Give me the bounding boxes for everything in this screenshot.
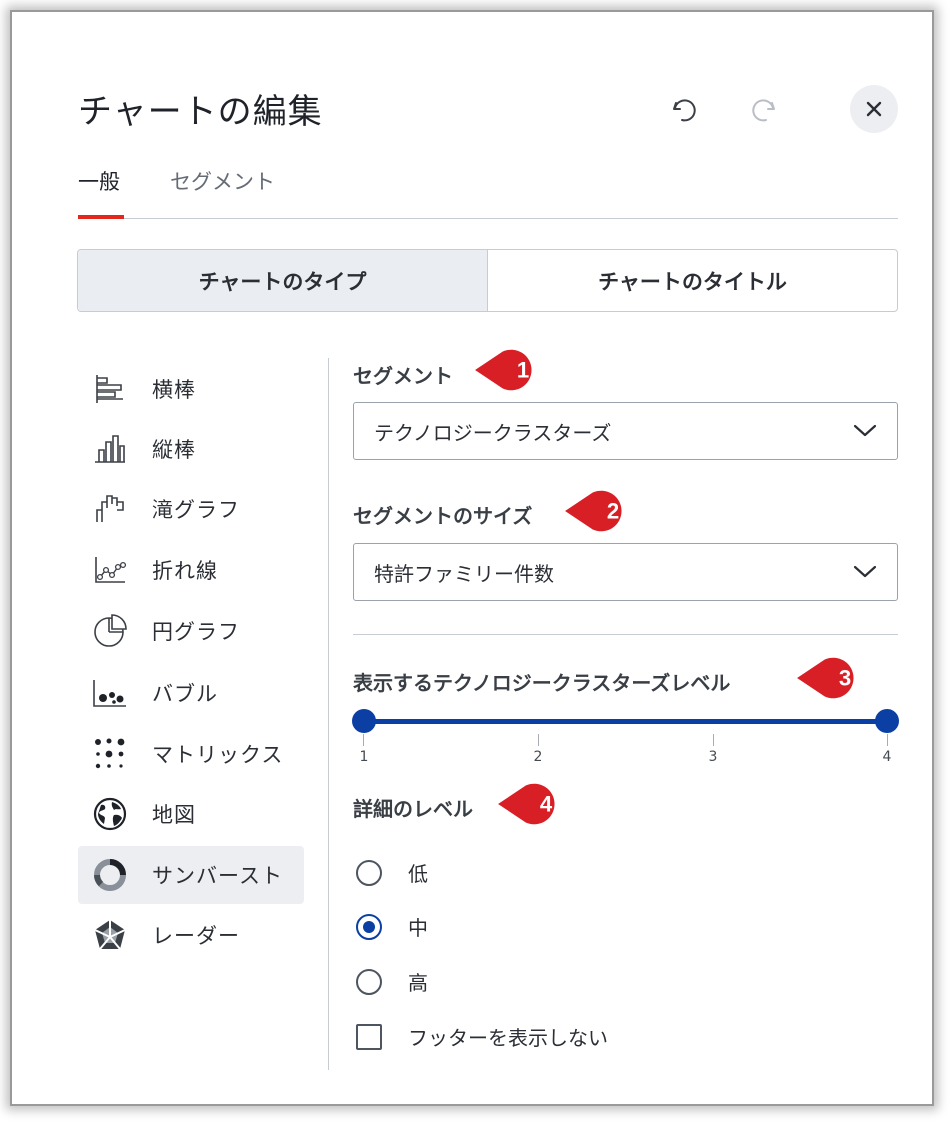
segment-size-label: セグメントのサイズ <box>353 504 533 528</box>
cluster-level-label: 表示するテクノロジークラスターズレベル <box>353 671 731 695</box>
level-slider-max-handle[interactable] <box>875 709 899 733</box>
segment-select-value: テクノロジークラスターズ <box>374 420 612 445</box>
chart-type-label: バブル <box>152 682 218 706</box>
section-toggle: チャートのタイプ チャートのタイトル <box>77 249 898 312</box>
horizontal-bar-icon <box>90 369 130 409</box>
slider-tick <box>538 734 539 746</box>
tab-general[interactable]: 一般 <box>78 166 120 196</box>
chart-type-label: 滝グラフ <box>152 498 240 522</box>
slider-tick-label: 2 <box>533 749 543 765</box>
redo-icon <box>752 99 775 122</box>
detail-option-high[interactable]: 高 <box>356 967 428 996</box>
callout-number: 4 <box>540 791 553 816</box>
callout-number: 1 <box>517 357 529 382</box>
slider-tick <box>887 734 888 746</box>
segment-size-select-value: 特許ファミリー件数 <box>374 561 554 586</box>
chart-type-map[interactable]: 地図 <box>78 785 304 843</box>
radio-button[interactable] <box>356 859 382 886</box>
hide-footer-option[interactable]: フッターを表示しない <box>356 1022 608 1051</box>
undo-icon <box>673 99 696 122</box>
tab-bar: 一般 セグメント <box>78 162 898 219</box>
toggle-chart-title[interactable]: チャートのタイトル <box>488 250 897 311</box>
chart-type-horizontal-bar[interactable]: 横棒 <box>78 360 304 418</box>
active-tab-indicator <box>78 215 124 219</box>
chart-type-bubble[interactable]: バブル <box>78 664 304 722</box>
slider-tick-label: 4 <box>882 749 892 765</box>
radio-button[interactable] <box>356 968 382 995</box>
chart-type-pie[interactable]: 円グラフ <box>78 602 304 660</box>
slider-tick-label: 3 <box>708 749 718 765</box>
chevron-down-icon <box>853 424 877 437</box>
segment-label: セグメント <box>353 364 453 388</box>
matrix-icon <box>90 734 130 774</box>
dialog-title: チャートの編集 <box>78 92 323 132</box>
close-icon <box>866 101 882 117</box>
chart-type-label: 縦棒 <box>152 438 196 462</box>
close-button[interactable] <box>850 85 898 133</box>
callout-2: 2 <box>565 490 622 532</box>
edit-chart-dialog: チャートの編集 一般 セグメント チャートのタイプ チャートのタイトル 横棒 縦… <box>10 10 934 1106</box>
line-chart-icon <box>90 550 130 590</box>
detail-level-label: 詳細のレベル <box>353 797 473 821</box>
radar-icon <box>90 915 130 955</box>
tab-segment[interactable]: セグメント <box>170 166 275 196</box>
segment-select[interactable]: テクノロジークラスターズ <box>353 402 898 460</box>
radio-label: 低 <box>408 862 428 886</box>
chart-type-sunburst[interactable]: サンバースト <box>78 846 304 904</box>
chart-type-label: マトリックス <box>152 743 284 767</box>
callout-number: 2 <box>607 498 619 523</box>
hide-footer-label: フッターを表示しない <box>408 1026 608 1050</box>
chart-type-matrix[interactable]: マトリックス <box>78 725 304 783</box>
sunburst-icon <box>90 855 130 895</box>
callout-1: 1 <box>475 349 532 391</box>
level-slider-min-handle[interactable] <box>352 709 376 733</box>
sidebar-divider <box>328 358 329 1070</box>
slider-tick-label: 1 <box>359 749 369 765</box>
slider-tick <box>713 734 714 746</box>
waterfall-icon <box>90 489 130 529</box>
level-range-slider[interactable] <box>363 719 887 724</box>
chevron-down-icon <box>853 565 877 578</box>
chart-type-label: 円グラフ <box>152 620 240 644</box>
segment-size-select[interactable]: 特許ファミリー件数 <box>353 543 898 601</box>
chart-type-waterfall[interactable]: 滝グラフ <box>78 480 304 538</box>
chart-type-vertical-bar[interactable]: 縦棒 <box>78 420 304 478</box>
chart-type-radar[interactable]: レーダー <box>78 906 304 964</box>
globe-icon <box>90 794 130 834</box>
chart-type-label: レーダー <box>152 924 240 948</box>
slider-tick <box>363 734 364 746</box>
detail-option-low[interactable]: 低 <box>356 858 428 887</box>
radio-button-selected[interactable] <box>356 913 382 940</box>
pie-chart-icon <box>90 611 130 651</box>
toggle-chart-type[interactable]: チャートのタイプ <box>78 250 488 311</box>
callout-3: 3 <box>797 657 854 699</box>
radio-label: 高 <box>408 971 428 995</box>
detail-option-medium[interactable]: 中 <box>356 912 428 941</box>
vertical-bar-icon <box>90 429 130 469</box>
chart-type-line[interactable]: 折れ線 <box>78 541 304 599</box>
radio-label: 中 <box>408 916 428 940</box>
callout-number: 3 <box>839 665 851 690</box>
bubble-chart-icon <box>90 673 130 713</box>
chart-type-label: 折れ線 <box>152 559 218 583</box>
undo-button[interactable] <box>662 90 702 130</box>
chart-type-label: 地図 <box>152 803 196 827</box>
redo-button[interactable] <box>746 90 786 130</box>
hide-footer-checkbox[interactable] <box>356 1023 382 1050</box>
callout-4: 4 <box>498 783 555 825</box>
chart-type-label: サンバースト <box>152 864 283 888</box>
chart-type-label: 横棒 <box>152 378 196 402</box>
section-divider <box>353 634 898 635</box>
